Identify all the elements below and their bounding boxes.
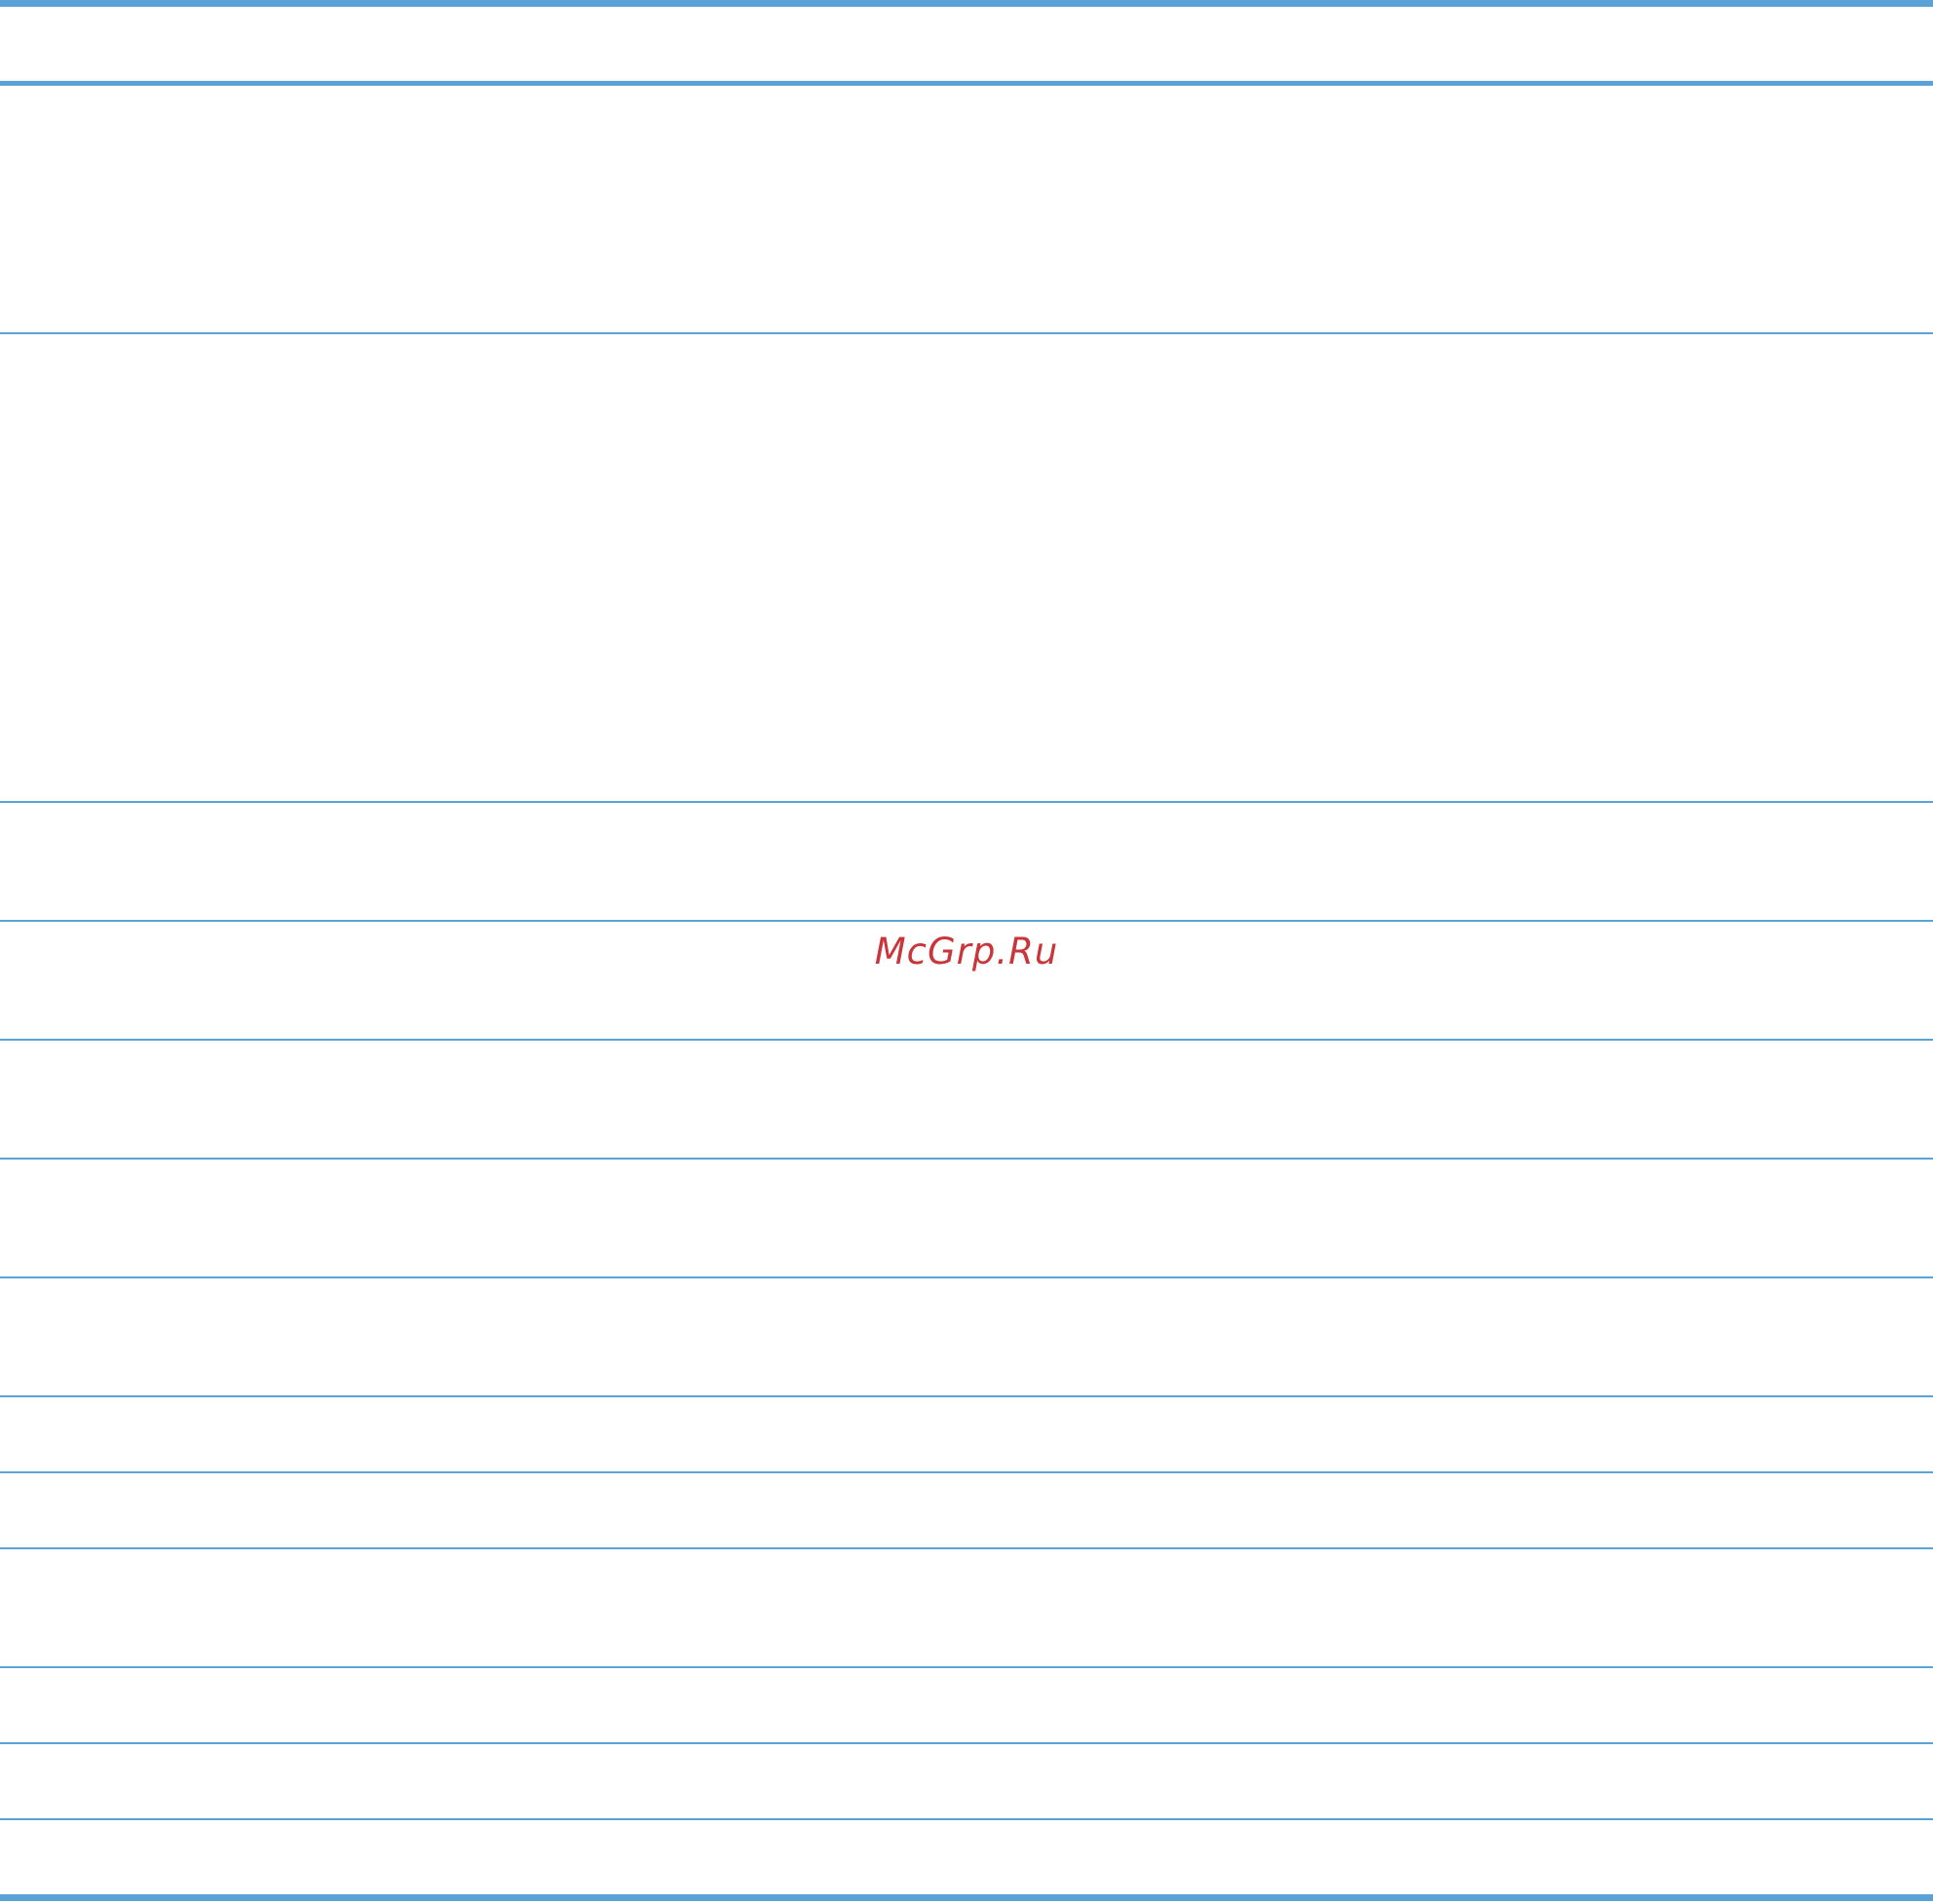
table-row [0, 1278, 1933, 1395]
table-row [0, 1744, 1933, 1818]
table-row [0, 1041, 1933, 1158]
table-header-row [0, 7, 1933, 83]
document-table: McGrp.Ru [0, 0, 1933, 1904]
table-top-rule [0, 0, 1933, 7]
table-row [0, 1668, 1933, 1742]
table-bottom-rule [0, 1894, 1933, 1901]
table-row [0, 1473, 1933, 1547]
table-row [0, 1549, 1933, 1666]
table-row [0, 1160, 1933, 1276]
table-row [0, 86, 1933, 332]
watermark-text: McGrp.Ru [874, 931, 1059, 972]
table-row [0, 1397, 1933, 1471]
table-row [0, 1820, 1933, 1894]
table-row [0, 334, 1933, 801]
table-row [0, 803, 1933, 920]
